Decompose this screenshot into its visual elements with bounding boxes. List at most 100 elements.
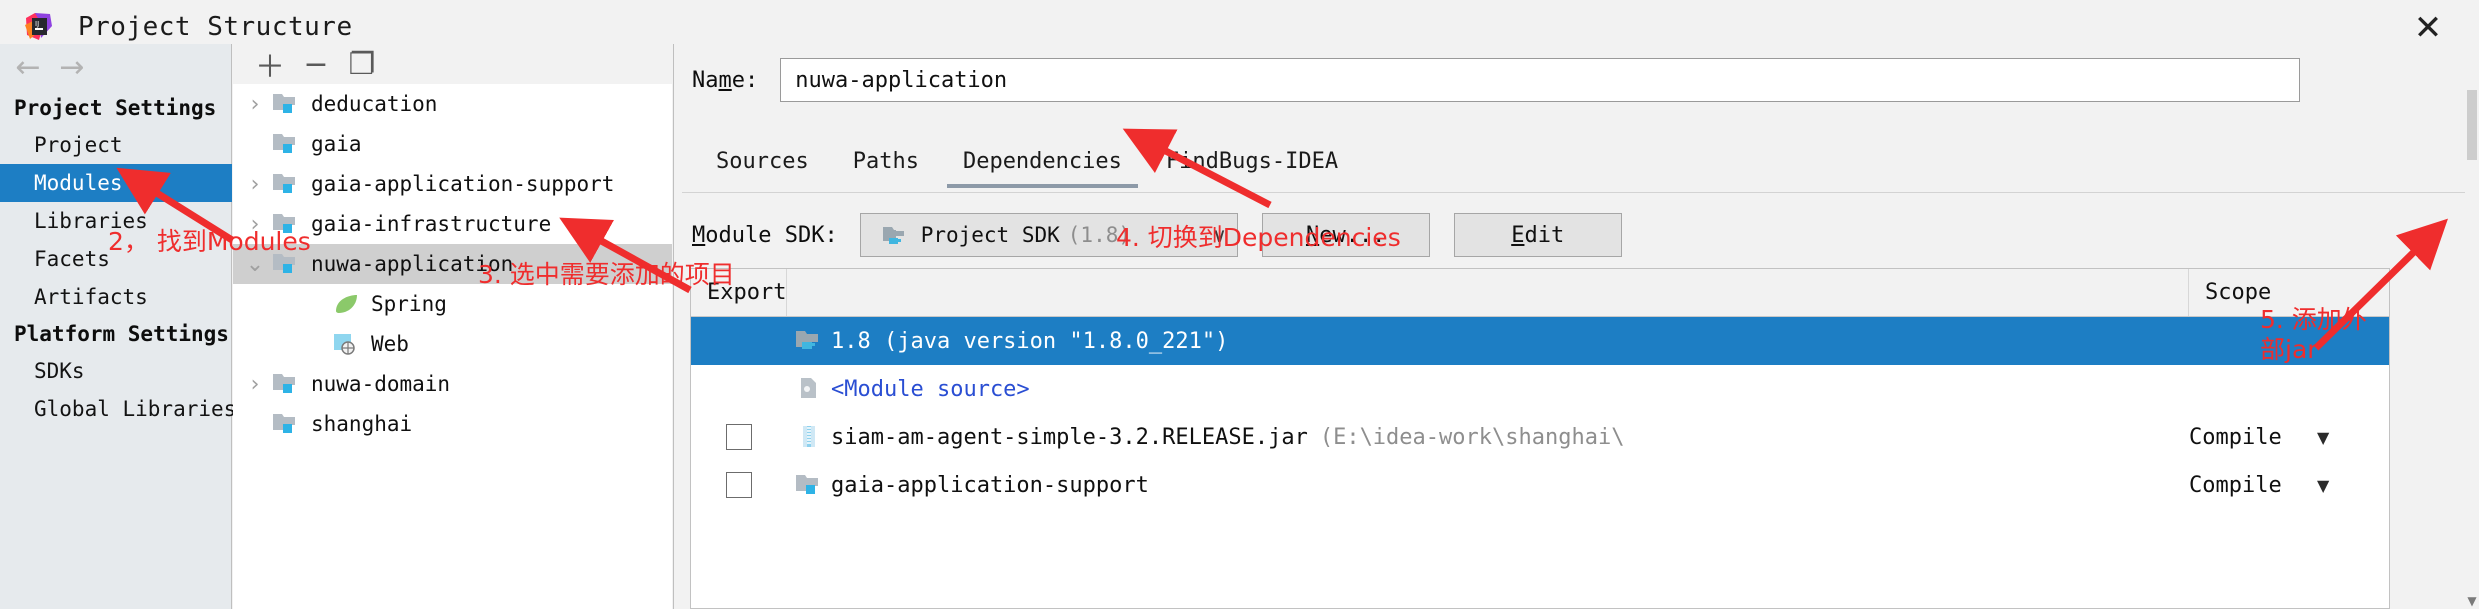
edit-sdk-button[interactable]: Edit [1453,213,1622,257]
chevron-right-icon[interactable]: › [241,172,269,197]
dependency-export-cell[interactable] [691,424,787,450]
scope-dropdown-icon[interactable]: ▼ [2317,428,2329,447]
dependency-name: gaia-application-support [831,472,1149,498]
new-sdk-button[interactable]: New... [1261,213,1430,257]
dialog-scrollbar[interactable]: ▲ ▼ [2465,90,2479,609]
chevron-right-icon[interactable]: › [241,92,269,117]
module-sdk-value: Project SDK [920,223,1060,247]
module-tree-row[interactable]: › gaia-infrastructure [233,204,672,244]
intellij-idea-logo-icon: IJ [24,12,54,42]
tab-paths[interactable]: Paths [831,140,941,188]
chevron-right-icon[interactable]: › [241,212,269,237]
module-folder-icon [269,251,303,277]
module-tree-row[interactable]: › deducation [233,84,672,124]
module-sdk-row: Module SDK: Project SDK (1.8) ∨ New... E… [674,209,1622,261]
dependency-name: siam-am-agent-simple-3.2.RELEASE.jar (E:\… [831,424,1625,450]
module-folder-icon [269,171,303,197]
tab-dependencies[interactable]: Dependencies [941,140,1144,188]
dependency-row[interactable]: gaia-application-support Compile ▼ [691,461,2389,509]
dependency-path: (E:\idea-work\shanghai\ [1319,424,1625,450]
column-header-name[interactable] [787,269,2189,316]
copy-module-button[interactable]: ❐ [339,47,385,82]
scope-dropdown-icon[interactable]: ▼ [2317,476,2329,495]
web-facet-icon [329,331,363,357]
module-tree-row[interactable]: shanghai [233,404,672,444]
chevron-right-icon[interactable]: › [241,372,269,397]
module-sdk-label: Module SDK: [692,222,838,248]
sidebar-item-libraries[interactable]: Libraries [0,202,232,240]
module-tree-row-label: deducation [311,92,438,116]
module-sdk-dropdown[interactable]: Project SDK (1.8) ∨ [859,213,1238,257]
module-tree-row[interactable]: gaia [233,124,672,164]
module-tree-row-label: gaia [311,132,362,156]
module-tree-row[interactable]: ⌄ nuwa-application [233,244,672,284]
spring-leaf-icon [329,291,363,317]
back-arrow-icon[interactable]: ← [6,50,50,85]
remove-module-button[interactable]: − [293,47,339,82]
dependency-row[interactable]: 1.8 (java version "1.8.0_221") [691,317,2389,365]
module-tree-row[interactable]: Spring [233,284,672,324]
dependencies-table-header: Export Scope [691,269,2389,317]
module-folder-icon [269,131,303,157]
module-folder-icon [269,411,303,437]
module-name-input[interactable]: nuwa-application [780,58,2301,102]
module-name-label: Name: [692,67,759,93]
module-tree-row-label: Web [371,332,409,356]
jdk-folder-icon [787,328,831,354]
module-tree-list[interactable]: › deducation gaia › gaia-application-support… [233,84,672,609]
sidebar-item-modules[interactable]: Modules [0,164,232,202]
module-tree-row-label: Spring [371,292,447,316]
tab-findbugs-idea[interactable]: FindBugs-IDEA [1144,140,1360,188]
dependency-scope-cell[interactable]: Compile ▼ [2189,473,2389,498]
chevron-down-icon: ∨ [1212,223,1227,247]
forward-arrow-icon[interactable]: → [50,50,94,85]
jdk-folder-icon [873,223,917,247]
dependency-scope-cell[interactable]: Compile ▼ [2189,425,2389,450]
module-tree-row[interactable]: › gaia-application-support [233,164,672,204]
module-source-icon [787,376,831,402]
module-tree-row-label: gaia-application-support [311,172,615,196]
dependency-name: <Module source> [831,376,1030,402]
export-checkbox[interactable] [726,472,752,498]
module-tree-row[interactable]: › nuwa-domain [233,364,672,404]
dependency-name: 1.8 (java version "1.8.0_221") [831,328,1229,354]
export-checkbox[interactable] [726,424,752,450]
dependency-export-cell[interactable] [691,472,787,498]
module-tree-row-label: nuwa-application [311,252,514,276]
dialog-scroll-down-icon[interactable]: ▼ [2465,593,2479,609]
module-folder-icon [269,371,303,397]
module-sdk-version: (1.8) [1067,223,1131,247]
sidebar-item-project[interactable]: Project [0,126,232,164]
dependency-scope-value: Compile [2189,472,2282,498]
dependency-row[interactable]: <Module source> [691,365,2389,413]
dependencies-rows[interactable]: 1.8 (java version "1.8.0_221") <Module so… [691,317,2389,509]
module-name-value: nuwa-application [795,67,1008,93]
sidebar-item-sdks[interactable]: SDKs [0,352,232,390]
tabs-separator [682,192,2472,193]
sidebar-item-artifacts[interactable]: Artifacts [0,278,232,316]
settings-sidebar: ← → Project Settings Project Modules Librar… [0,44,236,609]
jar-file-icon [787,424,831,450]
svg-text:IJ: IJ [35,20,39,28]
module-name-row: Name: nuwa-application [674,54,2301,106]
column-header-export[interactable]: Export [691,269,787,316]
dialog-scrollbar-thumb[interactable] [2467,90,2477,160]
sidebar-item-facets[interactable]: Facets [0,240,232,278]
column-header-scope[interactable]: Scope [2189,269,2389,316]
module-tree-panel: ＋ − ❐ › deducation gaia › gaia-application-sup… [233,44,672,609]
sidebar-nav-buttons: ← → [0,44,232,90]
chevron-down-icon[interactable]: ⌄ [241,252,269,277]
add-module-button[interactable]: ＋ [247,47,293,85]
module-folder-icon [269,91,303,117]
tab-sources[interactable]: Sources [694,140,831,188]
module-detail-panel: Name: nuwa-application Sources Paths Depen… [673,44,2479,609]
module-folder-icon [787,472,831,498]
sidebar-item-global-libraries[interactable]: Global Libraries [0,390,236,428]
module-folder-icon [269,211,303,237]
module-tree-row-label: gaia-infrastructure [311,212,552,236]
dependency-row[interactable]: siam-am-agent-simple-3.2.RELEASE.jar (E:\… [691,413,2389,461]
module-tree-row[interactable]: Web [233,324,672,364]
sidebar-group-project-settings: Project Settings [14,96,217,120]
dependency-scope-value: Compile [2189,424,2282,450]
module-tabs[interactable]: Sources Paths Dependencies FindBugs-IDEA [674,140,2479,194]
